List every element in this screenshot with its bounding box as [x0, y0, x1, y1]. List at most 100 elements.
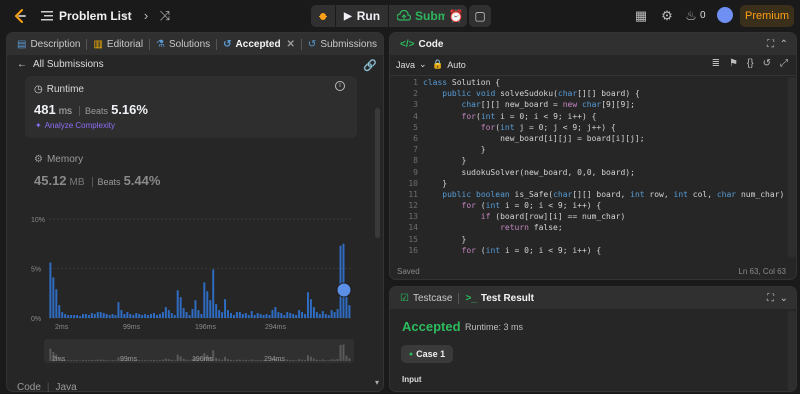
y-tick-label: 0% [31, 316, 41, 323]
line-number: 6 [413, 133, 418, 143]
chart-bar [339, 245, 342, 318]
chart-bar [333, 312, 336, 318]
overview-bar [321, 359, 324, 361]
runtime-distribution-chart[interactable]: 10% 5% 0% 2ms 99ms 196ms 294ms 2ms 99ms 196ms 294m… [25, 205, 357, 375]
notes-button[interactable]: ▢ [469, 5, 491, 27]
tab-accepted-label: Accepted [235, 38, 281, 50]
code-tab-label[interactable]: Code [17, 382, 41, 393]
premium-button[interactable]: Premium [740, 5, 794, 27]
line-number: 2 [413, 89, 418, 99]
fire-icon[interactable]: ♨ [684, 9, 698, 23]
scroll-down-icon[interactable]: ▾ [375, 378, 382, 387]
chart-bar [224, 299, 227, 318]
tab-test-result[interactable]: >_ Test Result [465, 293, 534, 304]
code-line: 2 public void solveSudoku(char[][] board… [390, 88, 794, 99]
overview-bar [221, 359, 224, 361]
note-icon: ▢ [474, 9, 486, 23]
editor-scrollbar[interactable] [788, 77, 796, 257]
chart-bar [99, 312, 102, 318]
overview-bar [158, 360, 161, 361]
chevron-left-icon[interactable]: ‹ [118, 9, 132, 23]
chart-bar [271, 310, 274, 318]
test-panel-tabs: ☑ Testcase >_ Test Result ⛶ ⌄ [390, 287, 796, 309]
chart-bar [141, 315, 144, 318]
overview-bar [286, 359, 289, 361]
leetcode-logo-icon[interactable] [12, 8, 28, 24]
chart-bar [235, 312, 238, 318]
layout-grid-icon[interactable]: ▦ [634, 9, 648, 23]
result-status: Accepted [402, 319, 461, 334]
analyze-complexity-link[interactable]: ✦ Analyze Complexity [35, 121, 115, 130]
avatar[interactable] [717, 7, 733, 23]
reset-icon[interactable]: ↺ [763, 58, 771, 69]
overview-bar [327, 360, 330, 361]
gear-icon[interactable]: ⚙ [660, 9, 674, 23]
line-number: 11 [408, 189, 418, 199]
code-panel-title: Code [418, 38, 444, 50]
memory-beats-value: 5.44% [123, 173, 161, 188]
line-number: 16 [408, 245, 418, 255]
chart-bar [70, 315, 73, 318]
overview-bar [153, 359, 155, 361]
chart-bar [84, 314, 87, 318]
problem-list-icon[interactable] [41, 10, 53, 22]
line-number: 9 [413, 167, 418, 177]
shuffle-icon[interactable]: ⤨ [158, 9, 172, 23]
chart-bar [218, 310, 221, 318]
overview-bar [96, 359, 99, 361]
fullscreen-icon[interactable]: ⤢ [780, 58, 788, 69]
tab-accepted[interactable]: ↺ Accepted ✕ [223, 39, 295, 50]
info-icon[interactable]: i [335, 81, 345, 91]
expand-icon[interactable]: ⛶ [767, 293, 774, 304]
chart-bar [265, 314, 268, 318]
overview-bar [312, 358, 315, 361]
code-editor[interactable]: 1 class Solution {2 public void solveSudo… [390, 77, 794, 256]
tab-testcase[interactable]: ☑ Testcase [400, 293, 452, 304]
chevron-right-icon[interactable]: › [139, 9, 153, 23]
tab-editorial[interactable]: ▥ Editorial [93, 39, 143, 50]
expand-icon[interactable]: ⛶ [767, 39, 774, 50]
code-line: 14 return false; [390, 222, 794, 233]
chart-bar [306, 292, 309, 318]
case-tab[interactable]: ● Case 1 [401, 345, 453, 363]
run-button[interactable]: ▶ Run [336, 5, 389, 27]
chart-bar [191, 309, 194, 318]
overview-bar [138, 360, 141, 361]
case-label: Case 1 [416, 349, 446, 359]
bookmark-icon[interactable]: ⚑ [729, 58, 738, 69]
braces-icon[interactable]: {} [747, 58, 754, 69]
chevron-down-icon[interactable]: ⌄ [780, 293, 788, 304]
result-scrollbar[interactable] [788, 311, 796, 391]
link-icon[interactable]: 🔗 [363, 59, 377, 72]
debug-button[interactable] [311, 5, 335, 27]
all-submissions-link[interactable]: ← All Submissions [17, 59, 104, 70]
overview-bar [176, 354, 179, 361]
chart-bar [147, 315, 150, 318]
language-select[interactable]: Java ⌄ [396, 59, 427, 70]
overview-bar [111, 360, 114, 361]
streak-count: 0 [700, 10, 706, 21]
overview-bar [70, 360, 73, 361]
chart-bar [164, 307, 167, 318]
tab-description-label: Description [30, 38, 81, 50]
format-icon[interactable]: ≣ [712, 58, 720, 69]
chevron-up-icon[interactable]: ⌃ [780, 39, 788, 50]
runtime-label-text: Runtime [46, 84, 84, 95]
timer-button[interactable]: ⏰ [445, 5, 467, 27]
chart-bar [87, 315, 90, 318]
tab-editorial-label: Editorial [106, 38, 144, 50]
close-icon[interactable]: ✕ [287, 39, 295, 50]
tab-submissions[interactable]: ↺ Submissions [308, 39, 377, 50]
tab-description[interactable]: ▤ Description [17, 39, 80, 50]
overview-bar [227, 359, 230, 361]
chart-bar [96, 312, 99, 318]
tab-solutions[interactable]: ⚗ Solutions [156, 39, 210, 50]
run-label: Run [356, 9, 381, 23]
code-text: } [423, 178, 448, 188]
chart-bar [345, 294, 348, 318]
line-number: 8 [413, 156, 418, 166]
auto-mode-toggle[interactable]: 🔒 Auto [432, 59, 466, 70]
chart-bar [330, 310, 333, 318]
chart-bar [309, 299, 312, 318]
left-scrollbar[interactable] [375, 108, 380, 238]
